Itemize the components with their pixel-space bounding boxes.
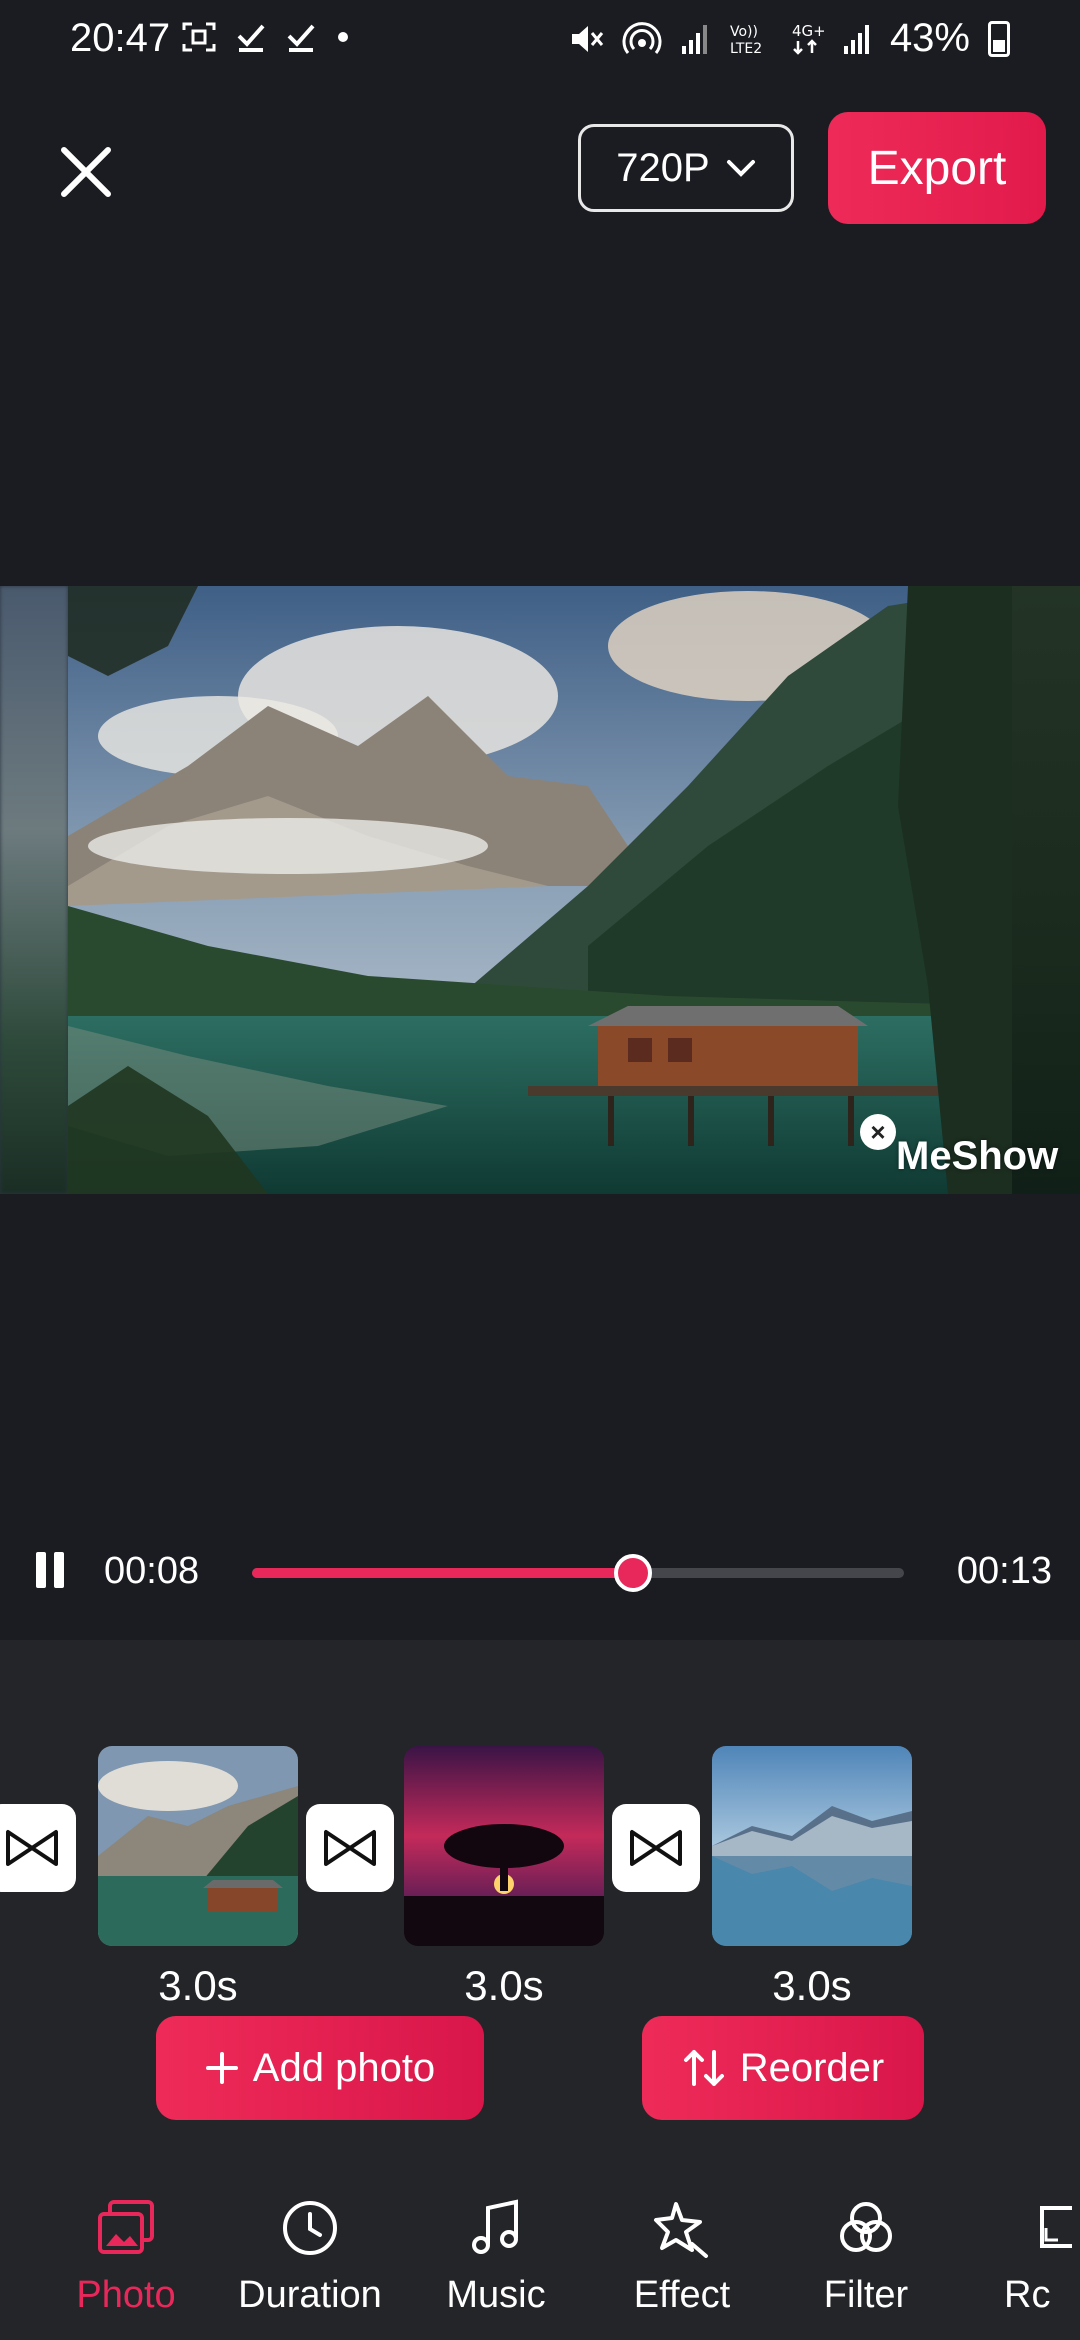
playback-bar: 00:08 00:13 [0, 1530, 1080, 1614]
tab-ratio[interactable]: Rc [960, 2180, 1080, 2340]
check-icon [287, 24, 315, 52]
resolution-label: 720P [616, 145, 710, 190]
tab-label: Rc [1004, 2274, 1051, 2316]
battery-percent: 43% [889, 16, 970, 60]
clip-image [404, 1746, 604, 1946]
ratio-icon [1040, 2206, 1072, 2248]
pause-icon-bar [54, 1552, 64, 1588]
bowtie-icon [324, 1830, 376, 1866]
svg-text:4G+: 4G+ [792, 22, 824, 40]
hotspot-icon [622, 21, 662, 54]
transition-button[interactable] [0, 1804, 76, 1892]
bowtie-icon [6, 1830, 58, 1866]
reorder-button[interactable]: Reorder [642, 2016, 924, 2120]
check-icon [237, 24, 265, 52]
pause-button[interactable] [36, 1552, 66, 1588]
tab-music[interactable]: Music [406, 2180, 586, 2340]
clip-duration: 3.0s [464, 1962, 544, 2009]
chevron-down-icon [726, 160, 755, 177]
export-button[interactable]: Export [828, 112, 1046, 224]
battery-icon [988, 20, 1010, 57]
volte-icon: Vo))LTE2 [730, 24, 762, 57]
svg-text:LTE2: LTE2 [730, 41, 762, 57]
current-time: 00:08 [104, 1550, 200, 1592]
status-time: 20:47 [70, 16, 171, 60]
status-right-icons: Vo)) LTE2 4G+ 43% [568, 16, 1010, 61]
tool-tabs: Photo Duration Music Effect Filter Rc [0, 2180, 1080, 2340]
photo-icon [98, 2200, 154, 2254]
reorder-label: Reorder [739, 2045, 885, 2090]
screenshot-icon [182, 22, 216, 52]
clock-icon [283, 2201, 337, 2255]
editor-top-bar: 720P Export [0, 108, 1080, 228]
video-preview[interactable]: × MeShow [0, 586, 1080, 1194]
tab-filter[interactable]: Filter [776, 2180, 956, 2340]
signal-icon [681, 24, 707, 54]
tab-photo[interactable]: Photo [36, 2180, 216, 2340]
mute-icon [571, 25, 604, 52]
add-photo-label: Add photo [252, 2045, 436, 2090]
transition-button[interactable] [306, 1804, 394, 1892]
clip-duration: 3.0s [158, 1962, 238, 2009]
close-icon [61, 147, 111, 197]
seek-progress [252, 1568, 634, 1578]
clip-thumbnail[interactable] [712, 1746, 912, 1946]
tab-duration[interactable]: Duration [220, 2180, 400, 2340]
filter-icon [840, 2202, 892, 2252]
seek-bar[interactable] [252, 1554, 904, 1592]
transition-button[interactable] [612, 1804, 700, 1892]
total-time: 00:13 [956, 1550, 1052, 1592]
watermark: MeShow [896, 1134, 1059, 1178]
tab-label: Effect [633, 2274, 731, 2316]
clip-image [712, 1746, 912, 1946]
sparkle-icon [654, 2202, 708, 2258]
clip-thumbnail[interactable] [404, 1746, 604, 1946]
clip-timeline[interactable]: 3.0s 3.0s 3.0s [0, 1692, 1080, 2009]
preview-image [68, 586, 1012, 1194]
close-button[interactable] [46, 132, 126, 212]
seek-handle[interactable] [614, 1554, 653, 1592]
clip-image [98, 1746, 298, 1946]
status-left-icons [182, 22, 350, 52]
signal-icon [843, 24, 869, 54]
svg-text:Vo)): Vo)) [730, 24, 758, 40]
music-icon [472, 2199, 518, 2254]
tab-label: Music [446, 2274, 546, 2316]
dot-icon [338, 32, 348, 42]
status-bar: 20:47 Vo)) LTE2 4G+ 43% [0, 0, 1080, 84]
tab-label: Filter [823, 2274, 909, 2316]
swap-vertical-icon [683, 2050, 724, 2086]
add-photo-button[interactable]: Add photo [156, 2016, 484, 2120]
remove-watermark-button[interactable]: × [860, 1114, 896, 1150]
tab-label: Duration [238, 2274, 382, 2316]
editor-panel: 3.0s 3.0s 3.0s Add photo Reorder Photo D… [0, 1640, 1080, 2340]
plus-icon [205, 2052, 238, 2084]
clip-duration: 3.0s [772, 1962, 852, 2009]
prev-slide-edge [0, 586, 68, 1194]
tab-label: Photo [76, 2274, 176, 2316]
4g-icon: 4G+ [792, 22, 824, 55]
bowtie-icon [630, 1830, 682, 1866]
tab-effect[interactable]: Effect [592, 2180, 772, 2340]
resolution-dropdown[interactable]: 720P [578, 124, 794, 212]
clip-thumbnail[interactable] [98, 1746, 298, 1946]
pause-icon-bar [36, 1552, 46, 1588]
next-slide-edge [1012, 586, 1080, 1194]
